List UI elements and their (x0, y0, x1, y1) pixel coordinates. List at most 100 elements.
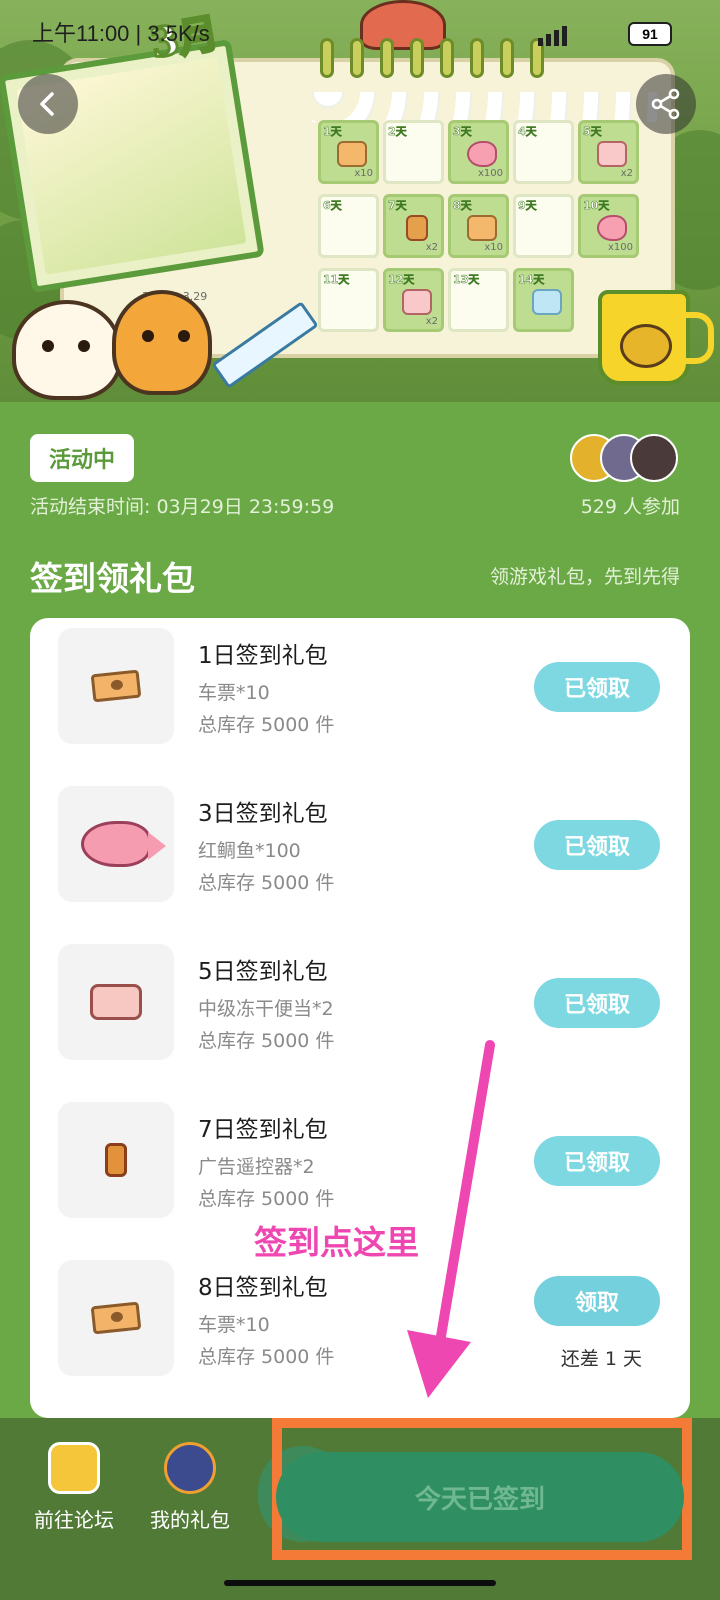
forum-link[interactable]: 前往论坛 (24, 1442, 124, 1533)
calendar-day-label: 4天 (518, 125, 537, 139)
claimed-button[interactable]: 已领取 (534, 978, 660, 1028)
calendar-day-cell: 8天 x10 (448, 194, 509, 258)
bento-icon (90, 984, 142, 1020)
gift-item: 车票*10 (198, 1314, 270, 1336)
forum-icon (48, 1442, 100, 1494)
calendar-day-cell: 1天 x10 (318, 120, 379, 184)
my-gift-label: 我的礼包 (150, 1508, 230, 1532)
mug-decoration (598, 290, 714, 385)
status-time-speed: 上午11:00 | 3.5K/s (32, 21, 210, 46)
claimed-button[interactable]: 已领取 (534, 662, 660, 712)
calendar-day-label: 9天 (518, 199, 537, 213)
ticket-icon (90, 669, 142, 703)
bento-icon (597, 141, 627, 167)
calendar-reward-qty: x2 (425, 316, 438, 327)
remote-icon (406, 215, 428, 241)
calendar-day-cell: 3天 x100 (448, 120, 509, 184)
battery-icon: 91 (628, 22, 672, 46)
ticket-icon (90, 1301, 142, 1335)
claim-button[interactable]: 领取 (534, 1276, 660, 1326)
list-item: 3日签到礼包 红鲷鱼*100 总库存 5000 件 已领取 (30, 786, 690, 916)
fish-icon (597, 215, 627, 241)
calendar-day-label: 10天 (583, 199, 610, 213)
my-gift-link[interactable]: 我的礼包 (140, 1442, 240, 1533)
claimed-button[interactable]: 已领取 (534, 820, 660, 870)
ticket-icon (337, 141, 367, 167)
gift-title: 1日签到礼包 (198, 643, 328, 669)
status-bar: 上午11:00 | 3.5K/s 91 (0, 0, 720, 64)
remote-icon (105, 1143, 127, 1177)
ticket-icon (467, 215, 497, 241)
calendar-day-label: 14天 (518, 273, 545, 287)
pass-icon (532, 289, 562, 315)
calendar-day-label: 13天 (453, 273, 480, 287)
days-remaining: 还差 1 天 (560, 1348, 642, 1370)
claimed-button[interactable]: 已领取 (534, 1136, 660, 1186)
calendar-reward-qty: x2 (620, 168, 633, 179)
annotation-text: 签到点这里 (254, 1223, 419, 1262)
calendar-day-cell: 10天 x100 (578, 194, 639, 258)
calendar-day-cell: 11天 (318, 268, 379, 332)
calendar-day-cell: 7天 x2 (383, 194, 444, 258)
forum-label: 前往论坛 (34, 1508, 114, 1532)
gift-thumbnail (58, 944, 174, 1060)
section-title: 签到领礼包 (30, 559, 195, 598)
calendar-day-cell: 2天 (383, 120, 444, 184)
gift-stock: 总库存 5000 件 (198, 1188, 335, 1210)
gift-stock: 总库存 5000 件 (198, 1346, 335, 1368)
calendar-reward-qty: x2 (425, 242, 438, 253)
calendar-day-label: 7天 (388, 199, 407, 213)
calendar-day-label: 3天 (453, 125, 472, 139)
calendar-day-cell: 12天 x2 (383, 268, 444, 332)
calendar-reward-qty: x100 (607, 242, 633, 253)
fish-icon (81, 821, 166, 867)
calendar-day-label: 12天 (388, 273, 415, 287)
calendar-day-label: 1天 (323, 125, 342, 139)
gift-title: 7日签到礼包 (198, 1117, 328, 1143)
calendar-reward-qty: x100 (477, 168, 503, 179)
back-button[interactable] (18, 74, 78, 134)
gift-stock: 总库存 5000 件 (198, 872, 335, 894)
signal-icon (538, 26, 608, 46)
participant-avatars[interactable] (570, 434, 680, 482)
list-item: 7日签到礼包 广告遥控器*2 总库存 5000 件 已领取 (30, 1102, 690, 1232)
gift-thumbnail (58, 1260, 174, 1376)
calendar-day-cell: 14天 (513, 268, 574, 332)
calendar-day-cell: 6天 (318, 194, 379, 258)
share-button[interactable] (636, 74, 696, 134)
list-item: 5日签到礼包 中级冻干便当*2 总库存 5000 件 已领取 (30, 944, 690, 1074)
calendar-day-cell: 13天 (448, 268, 509, 332)
list-item: 8日签到礼包 车票*10 总库存 5000 件 领取 还差 1 天 (30, 1260, 690, 1390)
fish-icon (467, 141, 497, 167)
gift-bag-icon (164, 1442, 216, 1494)
avatar (630, 434, 678, 482)
calendar-day-cell: 9天 (513, 194, 574, 258)
gift-thumbnail (58, 628, 174, 744)
calendar-day-label: 6天 (323, 199, 342, 213)
calendar-day-label: 2天 (388, 125, 407, 139)
event-end-time: 活动结束时间: 03月29日 23:59:59 (30, 496, 335, 518)
gift-title: 8日签到礼包 (198, 1275, 328, 1301)
gift-item: 车票*10 (198, 682, 270, 704)
event-status-badge: 活动中 (30, 434, 134, 482)
section-subtitle: 领游戏礼包，先到先得 (489, 566, 680, 588)
checkin-button[interactable]: 今天已签到 (276, 1452, 684, 1542)
hamster-mascot (12, 300, 122, 400)
cat-mascot (112, 290, 212, 395)
gift-stock: 总库存 5000 件 (198, 714, 335, 736)
bento-icon (402, 289, 432, 315)
home-indicator[interactable] (224, 1580, 496, 1586)
calendar-reward-qty: x10 (354, 168, 373, 179)
gift-item: 广告遥控器*2 (198, 1156, 315, 1178)
calendar-day-label: 8天 (453, 199, 472, 213)
gift-title: 5日签到礼包 (198, 959, 328, 985)
calendar-day-label: 11天 (323, 273, 350, 287)
gift-thumbnail (58, 1102, 174, 1218)
share-icon (651, 88, 680, 120)
calendar-day-label: 5天 (583, 125, 602, 139)
gift-item: 红鲷鱼*100 (198, 840, 301, 862)
participant-count: 529 人参加 (580, 496, 680, 518)
gift-list: 1日签到礼包 车票*10 总库存 5000 件 已领取 3日签到礼包 红鲷鱼*1… (30, 618, 690, 1418)
chevron-left-icon (40, 92, 54, 116)
calendar-day-cell: 4天 (513, 120, 574, 184)
